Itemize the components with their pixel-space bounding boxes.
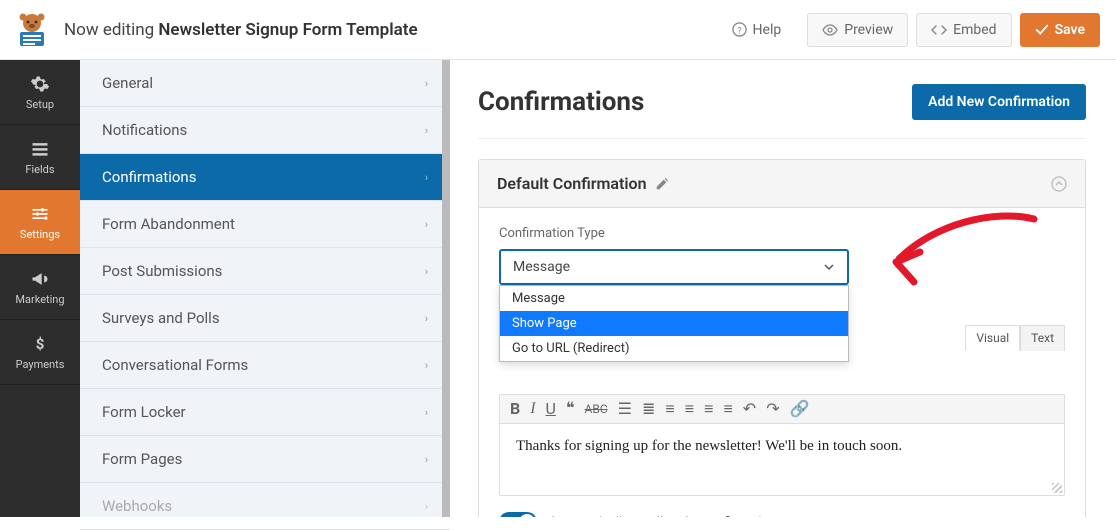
sidebar-item-form-locker[interactable]: Form Locker› [80,389,450,436]
card-title: Default Confirmation [497,174,647,193]
bullet-list-icon[interactable]: ☰ [618,401,632,417]
sidebar-item-form-pages[interactable]: Form Pages› [80,436,450,483]
confirmation-type-dropdown: Message Show Page Go to URL (Redirect) [499,285,849,362]
gear-icon [30,74,50,94]
nav-settings[interactable]: Settings [0,190,80,255]
settings-sidebar: General› Notifications› Confirmations› F… [80,60,450,517]
add-new-confirmation-button[interactable]: Add New Confirmation [912,84,1086,120]
align-center-icon[interactable]: ≡ [685,401,694,417]
option-message[interactable]: Message [500,286,848,311]
pencil-icon[interactable] [655,177,669,191]
align-left-icon[interactable]: ≡ [665,401,674,417]
app-header: Now editing Newsletter Signup Form Templ… [0,0,1116,60]
confirmation-type-label: Confirmation Type [499,226,1065,241]
list-icon [30,139,50,159]
eye-icon [822,22,838,38]
svg-text:?: ? [737,25,742,36]
sidebar-item-form-abandonment[interactable]: Form Abandonment› [80,201,450,248]
align-justify-icon[interactable]: ≡ [723,401,732,417]
chevron-right-icon: › [425,453,428,466]
nav-payments[interactable]: $ Payments [0,320,80,385]
preview-button[interactable]: Preview [807,13,908,47]
confirmation-card: Default Confirmation Confirmation Type M… [478,159,1086,517]
bullhorn-icon [30,269,50,289]
embed-button[interactable]: Embed [916,13,1011,47]
sidebar-item-webhooks[interactable]: Webhooks› [80,483,450,530]
chevron-right-icon: › [425,500,428,513]
page-title: Confirmations [478,87,644,117]
chevron-right-icon: › [425,171,428,184]
nav-fields[interactable]: Fields [0,125,80,190]
chevron-right-icon: › [425,359,428,372]
blockquote-icon[interactable]: ❝ [566,401,575,417]
help-link[interactable]: ? Help [732,22,782,38]
chevron-right-icon: › [425,406,428,419]
autoscroll-toggle[interactable] [499,512,537,517]
sidebar-item-post-submissions[interactable]: Post Submissions› [80,248,450,295]
nav-marketing[interactable]: Marketing [0,255,80,320]
collapse-icon[interactable] [1051,176,1067,192]
chevron-down-icon [823,261,835,273]
italic-icon[interactable]: I [530,401,535,417]
svg-text:$: $ [36,335,45,353]
chevron-right-icon: › [425,312,428,325]
sliders-icon [30,204,50,224]
left-nav: Setup Fields Settings Marketing $ Paymen… [0,60,80,517]
chevron-right-icon: › [425,124,428,137]
rich-text-editor: B I U ❝ ABC ☰ ≣ ≡ ≡ ≡ ≡ ↶ ↷ 🔗 [499,394,1065,496]
now-editing-text: Now editing [64,20,158,40]
chevron-right-icon: › [425,77,428,90]
option-show-page[interactable]: Show Page [500,311,848,336]
bold-icon[interactable]: B [510,401,520,417]
editor-tab-visual[interactable]: Visual [965,325,1020,351]
editor-toolbar: B I U ❝ ABC ☰ ≣ ≡ ≡ ≡ ≡ ↶ ↷ 🔗 [500,395,1064,424]
ordered-list-icon[interactable]: ≣ [642,401,655,417]
save-button[interactable]: Save [1020,13,1100,47]
redo-icon[interactable]: ↷ [766,401,779,417]
form-title: Newsletter Signup Form Template [158,20,417,40]
editor-content[interactable]: Thanks for signing up for the newsletter… [500,424,1064,495]
confirmation-type-select[interactable]: Message [499,249,849,285]
wpforms-logo [12,10,52,50]
sidebar-item-conversational-forms[interactable]: Conversational Forms› [80,342,450,389]
main-panel: Confirmations Add New Confirmation Defau… [450,60,1116,517]
sidebar-item-surveys-polls[interactable]: Surveys and Polls› [80,295,450,342]
align-right-icon[interactable]: ≡ [704,401,713,417]
editing-label: Now editing Newsletter Signup Form Templ… [64,20,418,40]
sidebar-item-general[interactable]: General› [80,60,450,107]
sidebar-item-notifications[interactable]: Notifications› [80,107,450,154]
dollar-icon: $ [30,334,50,354]
help-icon: ? [732,22,747,37]
code-icon [931,22,947,38]
sidebar-item-confirmations[interactable]: Confirmations› [80,154,450,201]
option-go-to-url[interactable]: Go to URL (Redirect) [500,336,848,361]
card-header[interactable]: Default Confirmation [479,160,1085,208]
chevron-right-icon: › [425,218,428,231]
chevron-right-icon: › [425,265,428,278]
nav-setup[interactable]: Setup [0,60,80,125]
editor-tab-text[interactable]: Text [1020,325,1065,351]
link-icon[interactable]: 🔗 [790,401,810,417]
check-icon [1035,23,1049,37]
undo-icon[interactable]: ↶ [743,401,756,417]
underline-icon[interactable]: U [546,401,556,417]
strikethrough-icon[interactable]: ABC [585,403,608,415]
